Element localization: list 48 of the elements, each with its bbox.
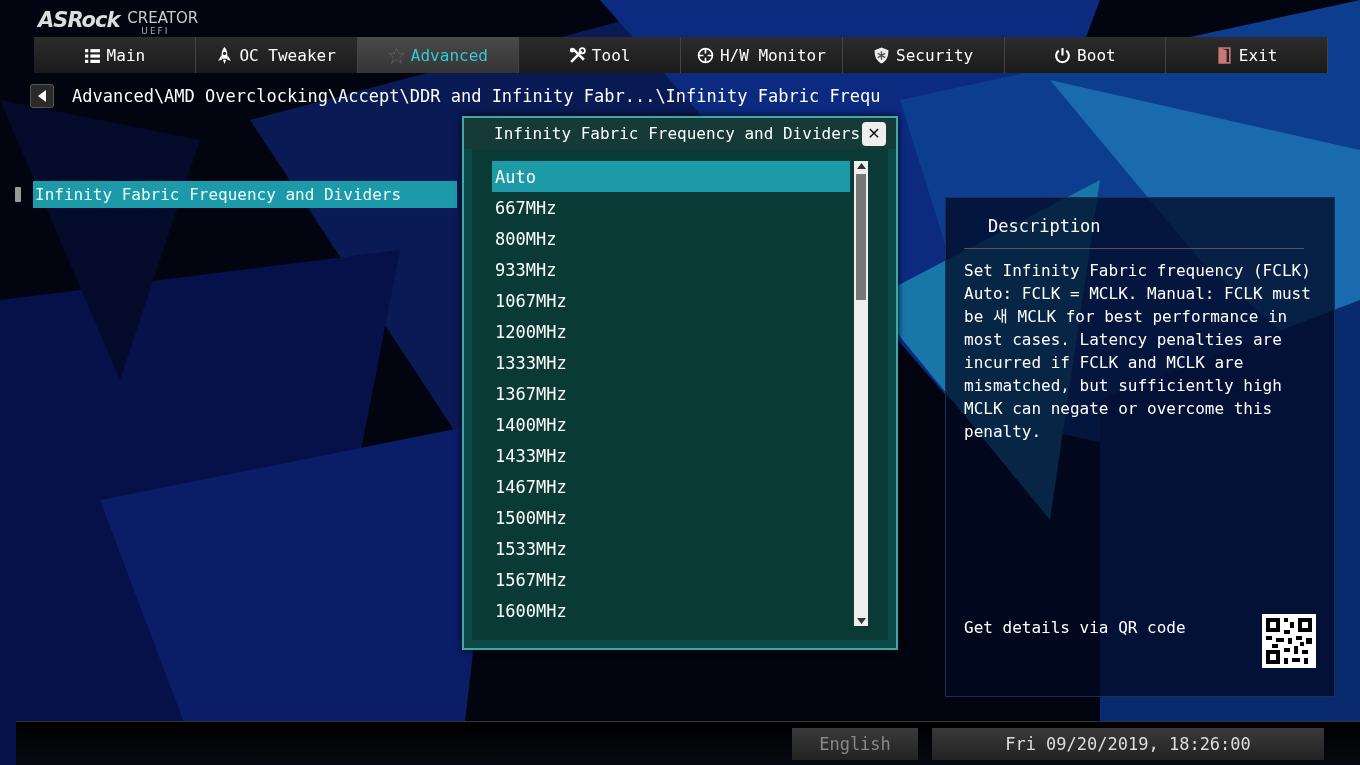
menu-tab[interactable]: Security <box>842 37 1005 73</box>
option-item[interactable]: 800MHz <box>492 223 850 254</box>
scrollbar[interactable] <box>854 161 868 626</box>
description-text: Set Infinity Fabric frequency (FCLK) Auto: FCLK = MCLK. Manual: FCLK must be 새 MCLK for best performance in most cases. Latency penalties are incurred if FCLK and MCLK are mismatched, but sufficiently high MCLK can negate or overcome this penalty. <box>964 260 1312 443</box>
back-arrow-icon <box>37 90 47 102</box>
list-icon <box>83 46 101 64</box>
option-item[interactable]: 1367MHz <box>492 378 850 409</box>
dialog-title: Infinity Fabric Frequency and Dividers <box>494 124 861 143</box>
menu-tab[interactable]: Advanced <box>357 37 520 73</box>
option-item[interactable]: 1467MHz <box>492 471 850 502</box>
description-title: Description <box>964 216 1304 249</box>
shield-icon <box>873 46 891 64</box>
option-item[interactable]: 1600MHz <box>492 595 850 626</box>
scroll-down-icon[interactable] <box>856 618 866 624</box>
scrollbar-thumb[interactable] <box>856 174 866 300</box>
option-item[interactable]: 1200MHz <box>492 316 850 347</box>
option-item[interactable]: 1400MHz <box>492 409 850 440</box>
option-item[interactable]: 1433MHz <box>492 440 850 471</box>
option-item[interactable]: 667MHz <box>492 192 850 223</box>
date-time: Fri 09/20/2019, 18:26:00 <box>932 727 1324 760</box>
option-item[interactable]: 1500MHz <box>492 502 850 533</box>
menu-tab[interactable]: Exit <box>1166 37 1328 73</box>
option-item[interactable]: 1333MHz <box>492 347 850 378</box>
qr-label: Get details via QR code <box>964 617 1186 637</box>
close-button[interactable]: ✕ <box>862 121 886 146</box>
tools-icon <box>568 46 586 64</box>
qr-code-icon <box>1262 614 1316 668</box>
menu-tab[interactable]: OC Tweaker <box>195 37 358 73</box>
door-icon <box>1215 46 1233 64</box>
crosshair-icon <box>696 46 714 64</box>
option-item[interactable]: 1567MHz <box>492 564 850 595</box>
menu-tab[interactable]: Main <box>34 37 196 73</box>
option-item[interactable]: 1067MHz <box>492 285 850 316</box>
row-marker-icon <box>15 187 21 202</box>
product-name: CREATOR <box>127 10 199 26</box>
edition-label: UEFI <box>141 26 170 37</box>
menu-tab[interactable]: Tool <box>519 37 681 73</box>
menu-tab[interactable]: Boot <box>1004 37 1167 73</box>
star-icon <box>387 46 405 64</box>
rocket-icon <box>216 46 234 64</box>
option-item[interactable]: 1533MHz <box>492 533 850 564</box>
brand-logo: ASRock <box>38 10 120 34</box>
menu-tab[interactable]: H/W Monitor <box>681 37 843 73</box>
breadcrumb-path: Advanced\AMD Overclocking\Accept\DDR and Infinity Fabr...\Infinity Fabric Frequ <box>72 86 881 106</box>
back-button[interactable] <box>30 84 54 108</box>
power-icon <box>1054 46 1072 64</box>
scroll-up-icon[interactable] <box>856 163 866 169</box>
option-item[interactable]: 933MHz <box>492 254 850 285</box>
